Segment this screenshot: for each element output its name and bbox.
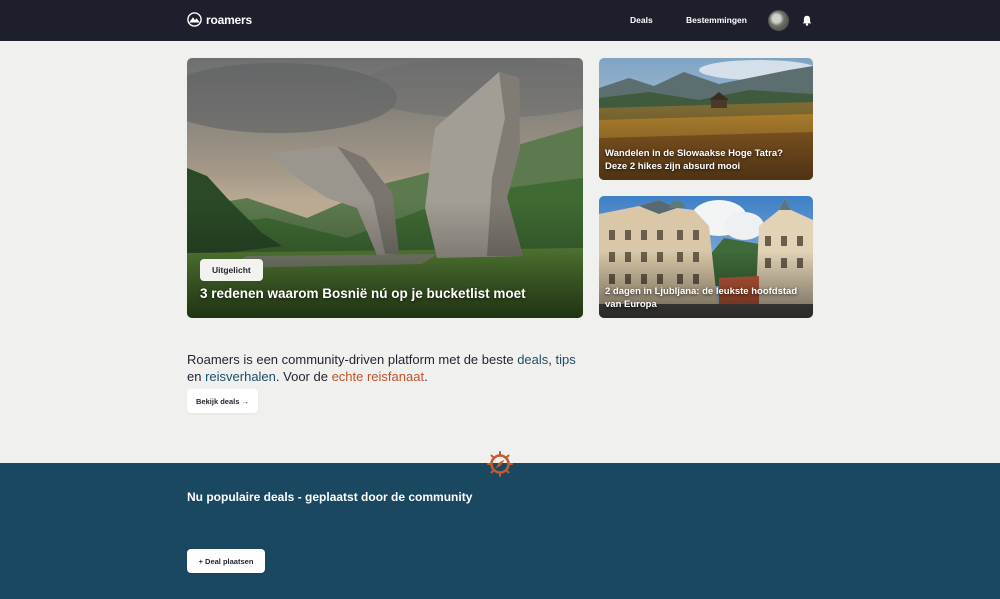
- avatar[interactable]: [768, 10, 789, 31]
- logo[interactable]: roamers: [187, 12, 252, 27]
- post-deal-button[interactable]: + Deal plaatsen: [187, 549, 265, 573]
- article-card-ljubljana[interactable]: 2 dagen in Ljubljana: de leukste hoofdst…: [599, 196, 813, 318]
- article-card-tatra[interactable]: Wandelen in de Slowaakse Hoge Tatra? Dez…: [599, 58, 813, 180]
- intro-link-deals[interactable]: deals: [517, 352, 548, 367]
- intro-part-1: Roamers is een community-driven platform…: [187, 352, 518, 367]
- nav-link-deals[interactable]: Deals: [630, 15, 653, 25]
- bell-icon[interactable]: [802, 15, 812, 26]
- intro-accent-text[interactable]: echte reisfanaat: [332, 369, 425, 384]
- intro-link-reisverhalen[interactable]: reisverhalen: [205, 369, 276, 384]
- mountain-logo-icon: [187, 12, 202, 27]
- nav-link-bestemmingen[interactable]: Bestemmingen: [686, 15, 747, 25]
- intro-part-2: en: [187, 369, 206, 384]
- intro-text: Roamers is een community-driven platform…: [187, 351, 587, 385]
- featured-badge: Uitgelicht: [200, 259, 263, 281]
- intro-link-tips[interactable]: tips: [556, 352, 576, 367]
- logo-text: roamers: [206, 12, 252, 27]
- tatra-article-title[interactable]: Wandelen in de Slowaakse Hoge Tatra? Dez…: [605, 147, 805, 173]
- view-deals-button[interactable]: Bekijk deals →: [187, 389, 258, 413]
- intro-part-3: . Voor de: [275, 369, 332, 384]
- popular-deals-section: Nu populaire deals - geplaatst door de c…: [0, 463, 1000, 599]
- top-navbar: roamers Deals Bestemmingen: [0, 0, 1000, 41]
- featured-article-card[interactable]: Uitgelicht 3 redenen waarom Bosnië nú op…: [187, 58, 583, 318]
- compass-icon: [487, 451, 513, 477]
- popular-deals-title: Nu populaire deals - geplaatst door de c…: [187, 490, 473, 504]
- intro-part-4: .: [424, 369, 428, 384]
- ljubljana-article-title[interactable]: 2 dagen in Ljubljana: de leukste hoofdst…: [605, 285, 805, 311]
- intro-sep-1: ,: [548, 352, 556, 367]
- featured-article-title[interactable]: 3 redenen waarom Bosnië nú op je bucketl…: [200, 286, 526, 301]
